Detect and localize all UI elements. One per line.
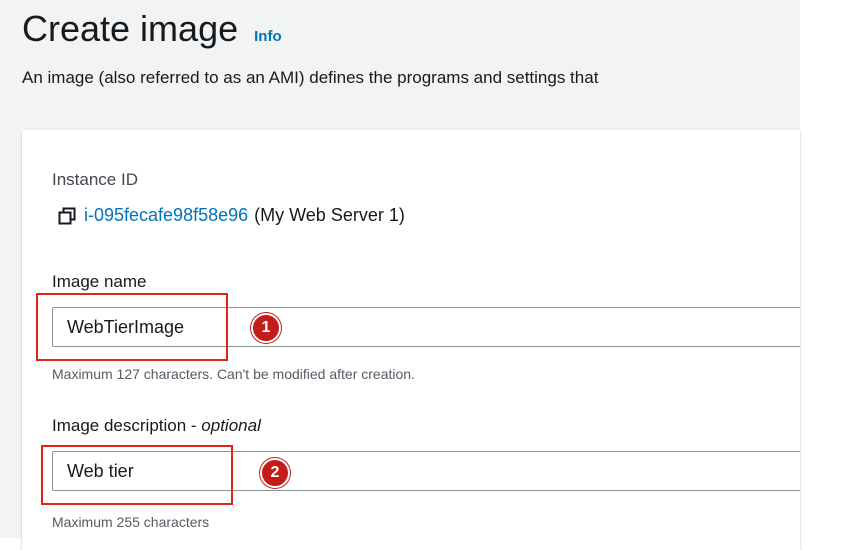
instance-name: (My Web Server 1): [254, 205, 405, 225]
instance-id-link[interactable]: i-095fecafe98f58e96: [84, 205, 248, 226]
image-name-highlight: [36, 293, 228, 361]
copy-icon[interactable]: [58, 207, 76, 225]
image-description-hint: Maximum 255 characters: [52, 514, 210, 530]
step-2-badge: 2: [260, 458, 290, 488]
instance-id-label: Instance ID: [52, 170, 138, 189]
right-margin: [800, 0, 866, 538]
page-title: Create image Info: [22, 8, 282, 50]
instance-id-row: i-095fecafe98f58e96 (My Web Server 1): [58, 205, 405, 226]
image-description-highlight: [41, 445, 233, 505]
page-title-text: Create image: [22, 8, 239, 49]
image-description-label-text: Image description -: [52, 416, 202, 435]
image-name-label: Image name: [52, 272, 147, 291]
page-description: An image (also referred to as an AMI) de…: [22, 68, 599, 87]
step-1-badge: 1: [251, 313, 281, 343]
info-link[interactable]: Info: [254, 28, 282, 45]
image-description-label: Image description - optional: [52, 416, 261, 436]
image-name-hint: Maximum 127 characters. Can't be modifie…: [52, 366, 415, 382]
optional-tag: optional: [201, 416, 261, 435]
